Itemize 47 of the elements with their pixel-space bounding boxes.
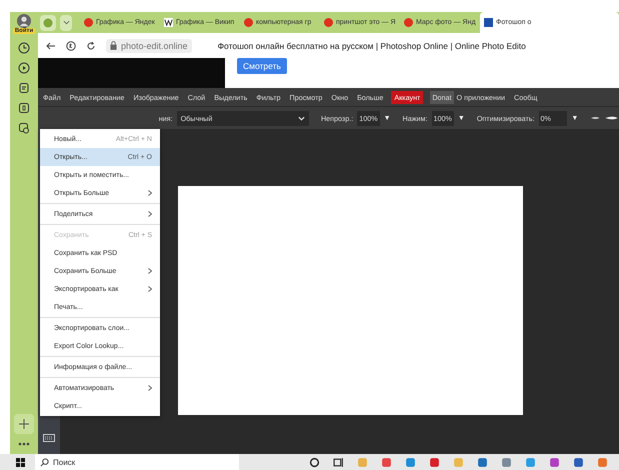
app-icon[interactable]: [597, 456, 608, 468]
chevron-right-icon: [148, 268, 152, 274]
square-icon[interactable]: [18, 102, 30, 114]
app-icon[interactable]: [501, 456, 512, 468]
y-circle-icon[interactable]: [66, 40, 76, 50]
search-icon: [40, 458, 49, 466]
keyboard-icon[interactable]: [43, 434, 55, 442]
chevron-right-icon: [148, 286, 152, 292]
play-icon[interactable]: [18, 62, 30, 74]
page-title: Фотошоп онлайн бесплатно на русском | Photoshop Online | Online Photo Edito: [218, 40, 526, 50]
task-view-icon[interactable]: [333, 456, 344, 468]
lock-icon: [110, 41, 117, 50]
media-icon[interactable]: [18, 122, 30, 134]
app-icon[interactable]: [573, 456, 584, 468]
plus-icon: [19, 419, 29, 429]
app-icon[interactable]: [405, 456, 416, 468]
square-logo-icon: [484, 18, 493, 27]
watch-button[interactable]: Смотреть: [237, 58, 287, 74]
app-icon[interactable]: [429, 456, 440, 468]
w-letter-icon: [164, 18, 173, 27]
history-icon[interactable]: [18, 42, 30, 54]
chevron-right-icon: [148, 190, 152, 196]
app-icon[interactable]: [477, 456, 488, 468]
avatar-icon[interactable]: [16, 14, 31, 28]
back-arrow-icon[interactable]: [46, 40, 56, 50]
chevron-right-icon: [148, 385, 152, 391]
circle-logo-icon: [324, 18, 333, 27]
leaf-icon: [43, 18, 53, 28]
brush-stroke-icon[interactable]: [590, 115, 619, 121]
windows-logo-icon[interactable]: [16, 458, 25, 466]
reload-icon[interactable]: [86, 40, 96, 50]
circle-icon[interactable]: [309, 456, 320, 468]
chevron-down-icon: [62, 20, 70, 25]
chevron-right-icon: [148, 211, 152, 217]
tabs-dropdown-button[interactable]: [60, 14, 72, 30]
chevron-down-icon: [298, 116, 305, 120]
taskbar-search-field[interactable]: Поиск: [35, 454, 239, 470]
circle-logo-icon: [84, 18, 93, 27]
app-icon[interactable]: [549, 456, 560, 468]
url-text: photo-edit.online: [121, 40, 188, 50]
add-button[interactable]: [14, 414, 34, 434]
more-icon[interactable]: [18, 442, 30, 446]
note-icon[interactable]: [18, 82, 30, 94]
url-field[interactable]: photo-edit.online: [106, 38, 192, 52]
circle-logo-icon: [244, 18, 253, 27]
app-icon[interactable]: [381, 456, 392, 468]
circle-logo-icon: [404, 18, 413, 27]
